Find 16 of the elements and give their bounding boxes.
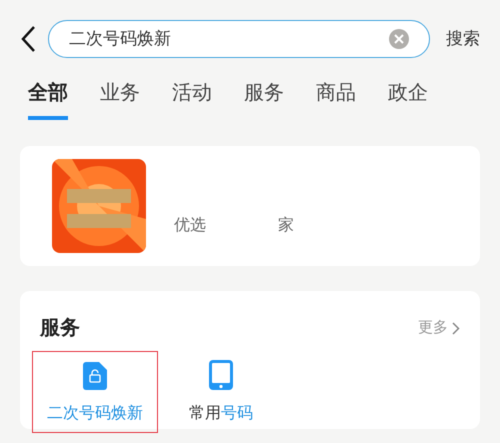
service-item[interactable]: 常用号码 bbox=[158, 351, 284, 433]
tab[interactable]: 政企 bbox=[388, 78, 428, 120]
search-field[interactable]: 二次号码焕新 bbox=[48, 20, 430, 58]
section-title: 服务 bbox=[40, 316, 80, 341]
phone-icon bbox=[209, 360, 233, 390]
promo-subtitle: 家 bbox=[278, 216, 294, 236]
tab[interactable]: 服务 bbox=[244, 78, 284, 120]
tab[interactable]: 商品 bbox=[316, 78, 356, 120]
tab[interactable]: 全部 bbox=[28, 78, 68, 120]
search-button[interactable]: 搜索 bbox=[442, 26, 480, 52]
tab[interactable]: 业务 bbox=[100, 78, 140, 120]
back-icon[interactable] bbox=[20, 25, 36, 53]
tab[interactable]: 活动 bbox=[172, 78, 212, 120]
sim-card-icon bbox=[83, 362, 107, 390]
chevron-icon bbox=[452, 322, 460, 334]
promo-subtitle: 优选 bbox=[174, 216, 206, 236]
